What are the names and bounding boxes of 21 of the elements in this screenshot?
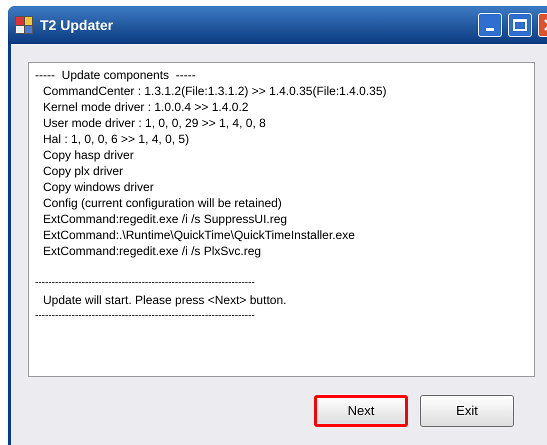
- separator-text: ------------------------------------------------------------------: [35, 309, 256, 323]
- dialog-button[interactable]: Exit: [420, 395, 514, 427]
- separator-text: ------------------------------------------------------------------: [35, 276, 256, 290]
- app-icon: [15, 16, 33, 34]
- log-line: Hal : 1, 0, 0, 6 >> 1, 4, 0, 5): [42, 131, 190, 147]
- minimize-button[interactable]: [478, 13, 502, 37]
- maximize-button[interactable]: [508, 13, 532, 37]
- log-line: ExtCommand:regedit.exe /i /s SuppressUI.reg: [42, 211, 288, 227]
- log-line: CommandCenter : 1.3.1.2(File:1.3.1.2) >> 1.4.0.35(File:1.4.0.35): [42, 83, 388, 99]
- log-line: ExtCommand:regedit.exe /i /s PlxSvc.reg: [42, 243, 262, 259]
- log-line: Update will start. Please press <Next> button.: [42, 292, 288, 308]
- log-line: ExtCommand:.\Runtime\QuickTime\QuickTimeInstaller.exe: [42, 227, 356, 243]
- log-line: User mode driver : 1, 0, 0, 29 >> 1, 4, 0, 8: [42, 115, 267, 131]
- log-line: Copy hasp driver: [42, 147, 135, 163]
- log-line: Kernel mode driver : 1.0.0.4 >> 1.4.0.2: [42, 99, 250, 115]
- window-title: T2 Updater: [40, 16, 114, 35]
- log-heading: ----- Update components -----: [35, 67, 197, 83]
- log-line: Config (current configuration will be retained): [42, 195, 283, 211]
- log-line: Copy windows driver: [42, 179, 155, 195]
- log-line: Copy plx driver: [42, 163, 124, 179]
- dialog-button[interactable]: Next: [314, 395, 408, 427]
